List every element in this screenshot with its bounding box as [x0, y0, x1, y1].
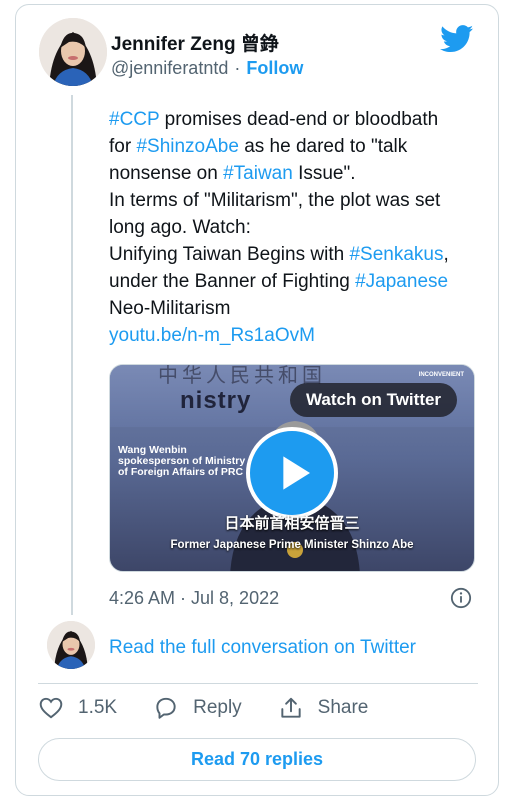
info-icon[interactable] — [450, 587, 472, 609]
video-subtitle-chinese: 日本前首相安倍晋三 — [224, 514, 360, 532]
like-count: 1.5K — [78, 697, 118, 718]
read-full-conversation-link[interactable]: Read the full conversation on Twitter — [109, 637, 416, 659]
tweet-text-segment: In terms of "Militarism", the plot was s… — [109, 190, 441, 211]
thread-connector-line — [71, 95, 73, 615]
hashtag-link[interactable]: #ShinzoAbe — [136, 136, 238, 157]
tweet-text-segment: Neo-Militarism — [109, 298, 231, 319]
author-avatar-small[interactable] — [47, 621, 95, 669]
author-handle-row: @jenniferatntd · Follow — [111, 58, 303, 79]
tweet-actions: 1.5K Reply Share — [38, 695, 404, 721]
tweet-text-segment: long ago. Watch: — [109, 217, 251, 238]
video-media[interactable]: 中华人民共和国 nistry Wang Wenbin spokesperson … — [109, 364, 475, 572]
reply-bubble-icon — [156, 697, 176, 719]
tweet-text-segment: as he dared to "talk — [238, 136, 408, 157]
tweet-text-segment: for — [109, 136, 137, 157]
tweet-text-line: #CCP promises dead-end or bloodbath — [109, 106, 484, 133]
tweet-text-line: In terms of "Militarism", the plot was s… — [109, 187, 484, 214]
watch-on-twitter-button[interactable]: Watch on Twitter — [290, 383, 458, 417]
play-icon — [283, 456, 310, 490]
video-subtitle-english: Former Japanese Prime Minister Shinzo Ab… — [170, 539, 414, 551]
hashtag-link[interactable]: #Senkakus — [349, 244, 443, 265]
tweet-timestamp[interactable]: 4:26 AM · Jul 8, 2022 — [109, 588, 279, 609]
like-button[interactable]: 1.5K — [38, 695, 117, 721]
tweet-text: #CCP promises dead-end or bloodbath for #… — [109, 106, 484, 349]
tweet-text-line: long ago. Watch: — [109, 214, 484, 241]
tweet-text-segment: Issue". — [292, 163, 356, 184]
tweet-text-line: nonsense on #Taiwan Issue". — [109, 160, 484, 187]
tweet-text-line: Unifying Taiwan Begins with #Senkakus, — [109, 241, 484, 268]
share-label: Share — [317, 697, 369, 718]
hashtag-link[interactable]: #Japanese — [355, 271, 448, 292]
share-icon — [281, 697, 301, 718]
author-handle[interactable]: @jenniferatntd — [111, 58, 228, 79]
tweet-text-segment: promises dead-end or bloodbath — [159, 109, 439, 130]
hashtag-link[interactable]: #CCP — [109, 109, 159, 130]
reply-label: Reply — [193, 697, 242, 718]
channel-logo: INCONVENIENT — [418, 372, 464, 378]
share-button[interactable]: Share — [278, 695, 369, 721]
heart-icon — [39, 697, 63, 719]
tweet-text-line: youtu.be/n-m_Rs1aOvM — [109, 322, 484, 349]
speaker-caption: Wang Wenbin spokesperson of Ministry of … — [118, 444, 246, 478]
tweet-text-segment: nonsense on — [109, 163, 224, 184]
follow-button[interactable]: Follow — [246, 58, 303, 79]
author-avatar[interactable] — [39, 18, 107, 86]
tweet-text-segment: Unifying Taiwan Begins with — [109, 244, 350, 265]
tweet-text-segment: under the Banner of Fighting — [109, 271, 356, 292]
author-name-row[interactable]: Jennifer Zeng 曾錚 — [111, 29, 279, 56]
tweet-card: Jennifer Zeng 曾錚 @jenniferatntd · Follow… — [15, 4, 499, 796]
reply-button[interactable]: Reply — [153, 695, 242, 721]
separator-dot: · — [234, 58, 241, 78]
twitter-bird-icon[interactable] — [440, 25, 474, 53]
read-replies-button[interactable]: Read 70 replies — [38, 738, 476, 781]
author-name[interactable]: Jennifer Zeng 曾錚 — [111, 29, 279, 56]
tweet-text-line: for #ShinzoAbe as he dared to "talk — [109, 133, 484, 160]
url-link[interactable]: youtu.be/n-m_Rs1aOvM — [109, 325, 315, 346]
tweet-text-segment: , — [443, 244, 449, 265]
tweet-text-line: Neo-Militarism — [109, 295, 484, 322]
play-button[interactable] — [246, 427, 338, 519]
hashtag-link[interactable]: #Taiwan — [223, 163, 293, 184]
tweet-text-line: under the Banner of Fighting #Japanese — [109, 268, 484, 295]
divider — [38, 683, 478, 684]
